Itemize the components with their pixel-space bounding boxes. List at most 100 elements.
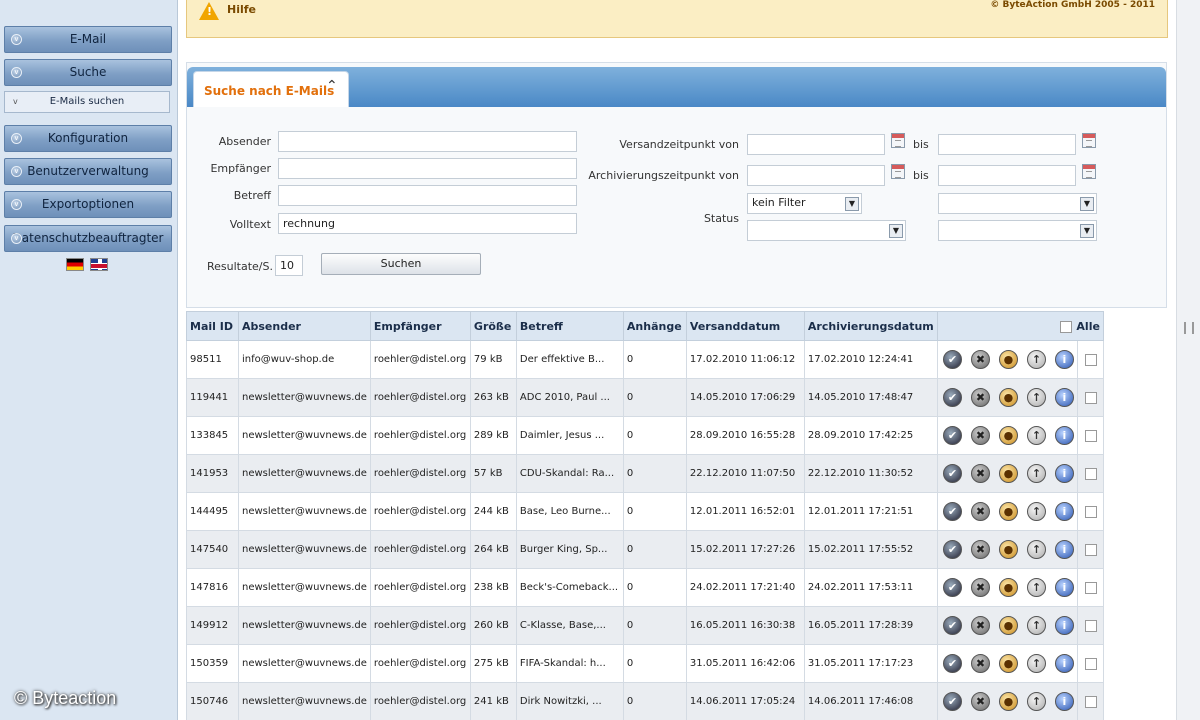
info-icon[interactable]: i: [1054, 578, 1074, 597]
nav-exportoptionen[interactable]: v Exportoptionen: [4, 191, 172, 218]
restore-icon[interactable]: ●: [998, 540, 1018, 559]
info-icon[interactable]: i: [1054, 502, 1074, 521]
check-icon[interactable]: ✔: [942, 502, 962, 521]
status-select[interactable]: kein Filter ▼: [747, 193, 862, 214]
check-icon[interactable]: ✔: [942, 692, 962, 711]
delete-icon[interactable]: ✖: [970, 426, 990, 445]
dropdown-arrow-icon[interactable]: ▼: [1080, 197, 1094, 211]
table-row[interactable]: 147816 newsletter@wuvnews.de roehler@diste…: [186, 568, 1104, 607]
uk-flag-icon[interactable]: [90, 258, 108, 271]
status-select-3[interactable]: ▼: [938, 193, 1097, 214]
forward-icon[interactable]: ↑: [1026, 464, 1046, 483]
check-icon[interactable]: ✔: [942, 540, 962, 559]
nav-suche[interactable]: v Suche: [4, 59, 172, 86]
forward-icon[interactable]: ↑: [1026, 426, 1046, 445]
results-per-page-input[interactable]: [275, 255, 303, 276]
row-checkbox[interactable]: [1084, 353, 1097, 366]
nav-email[interactable]: v E-Mail: [4, 26, 172, 53]
col-header-anhaenge[interactable]: Anhänge: [622, 311, 687, 341]
restore-icon[interactable]: ●: [998, 350, 1018, 369]
restore-icon[interactable]: ●: [998, 578, 1018, 597]
scrollbar[interactable]: [1176, 0, 1200, 720]
row-checkbox[interactable]: [1084, 695, 1097, 708]
calendar-icon[interactable]: [1082, 164, 1096, 179]
table-row[interactable]: 119441 newsletter@wuvnews.de roehler@diste…: [186, 378, 1104, 417]
table-row[interactable]: 144495 newsletter@wuvnews.de roehler@diste…: [186, 492, 1104, 531]
col-header-mail-id[interactable]: Mail ID: [186, 311, 239, 341]
nav-benutzerverwaltung[interactable]: v Benutzerverwaltung: [4, 158, 172, 185]
row-checkbox[interactable]: [1084, 391, 1097, 404]
delete-icon[interactable]: ✖: [970, 540, 990, 559]
col-header-betreff[interactable]: Betreff: [515, 311, 624, 341]
forward-icon[interactable]: ↑: [1026, 654, 1046, 673]
restore-icon[interactable]: ●: [998, 502, 1018, 521]
table-row[interactable]: 141953 newsletter@wuvnews.de roehler@diste…: [186, 454, 1104, 493]
info-icon[interactable]: i: [1054, 350, 1074, 369]
restore-icon[interactable]: ●: [998, 464, 1018, 483]
info-icon[interactable]: i: [1054, 616, 1074, 635]
row-checkbox[interactable]: [1084, 581, 1097, 594]
forward-icon[interactable]: ↑: [1026, 578, 1046, 597]
empfaenger-input[interactable]: [278, 158, 577, 179]
col-header-versanddatum[interactable]: Versanddatum: [685, 311, 805, 341]
status-select-4[interactable]: ▼: [938, 220, 1097, 241]
select-all-checkbox[interactable]: [1060, 320, 1073, 333]
row-checkbox[interactable]: [1084, 543, 1097, 556]
row-checkbox[interactable]: [1084, 505, 1097, 518]
absender-input[interactable]: [278, 131, 577, 152]
status-select-2[interactable]: ▼: [747, 220, 906, 241]
calendar-icon[interactable]: [1082, 133, 1096, 148]
forward-icon[interactable]: ↑: [1026, 388, 1046, 407]
check-icon[interactable]: ✔: [942, 654, 962, 673]
info-icon[interactable]: i: [1054, 540, 1074, 559]
nav-datenschutz[interactable]: v Datenschutzbeauftragter: [4, 225, 172, 252]
search-button[interactable]: Suchen: [321, 253, 481, 275]
forward-icon[interactable]: ↑: [1026, 692, 1046, 711]
archivierung-von-input[interactable]: [747, 165, 885, 186]
nav-sub-emails-suchen[interactable]: v E-Mails suchen: [4, 91, 170, 113]
table-row[interactable]: 150359 newsletter@wuvnews.de roehler@diste…: [186, 644, 1104, 683]
delete-icon[interactable]: ✖: [970, 350, 990, 369]
forward-icon[interactable]: ↑: [1026, 502, 1046, 521]
calendar-icon[interactable]: [891, 164, 905, 179]
forward-icon[interactable]: ↑: [1026, 350, 1046, 369]
col-header-groesse[interactable]: Größe: [469, 311, 517, 341]
nav-konfiguration[interactable]: v Konfiguration: [4, 125, 172, 152]
dropdown-arrow-icon[interactable]: ▼: [889, 224, 903, 238]
german-flag-icon[interactable]: [66, 258, 84, 271]
info-icon[interactable]: i: [1054, 388, 1074, 407]
restore-icon[interactable]: ●: [998, 616, 1018, 635]
forward-icon[interactable]: ↑: [1026, 616, 1046, 635]
row-checkbox[interactable]: [1084, 619, 1097, 632]
scroll-grip[interactable]: [1184, 322, 1194, 334]
table-row[interactable]: 133845 newsletter@wuvnews.de roehler@diste…: [186, 416, 1104, 455]
info-icon[interactable]: i: [1054, 692, 1074, 711]
delete-icon[interactable]: ✖: [970, 654, 990, 673]
dropdown-arrow-icon[interactable]: ▼: [1080, 224, 1094, 238]
versand-bis-input[interactable]: [938, 134, 1076, 155]
info-icon[interactable]: i: [1054, 464, 1074, 483]
archivierung-bis-input[interactable]: [938, 165, 1076, 186]
collapse-icon[interactable]: ⌃: [326, 78, 338, 94]
col-header-absender[interactable]: Absender: [238, 311, 371, 341]
tab-search-emails[interactable]: Suche nach E-Mails ⌃: [193, 71, 349, 107]
col-header-empfaenger[interactable]: Empfänger: [369, 311, 471, 341]
check-icon[interactable]: ✔: [942, 616, 962, 635]
table-row[interactable]: 150746 newsletter@wuvnews.de roehler@diste…: [186, 682, 1104, 720]
info-icon[interactable]: i: [1054, 654, 1074, 673]
delete-icon[interactable]: ✖: [970, 692, 990, 711]
forward-icon[interactable]: ↑: [1026, 540, 1046, 559]
delete-icon[interactable]: ✖: [970, 388, 990, 407]
row-checkbox[interactable]: [1084, 467, 1097, 480]
delete-icon[interactable]: ✖: [970, 578, 990, 597]
volltext-input[interactable]: [278, 213, 577, 234]
col-header-archivierungsdatum[interactable]: Archivierungsdatum: [803, 311, 938, 341]
calendar-icon[interactable]: [891, 133, 905, 148]
col-header-select-all[interactable]: Alle: [936, 311, 1104, 341]
dropdown-arrow-icon[interactable]: ▼: [845, 197, 859, 211]
betreff-input[interactable]: [278, 185, 577, 206]
versand-von-input[interactable]: [747, 134, 885, 155]
restore-icon[interactable]: ●: [998, 692, 1018, 711]
info-icon[interactable]: i: [1054, 426, 1074, 445]
delete-icon[interactable]: ✖: [970, 464, 990, 483]
